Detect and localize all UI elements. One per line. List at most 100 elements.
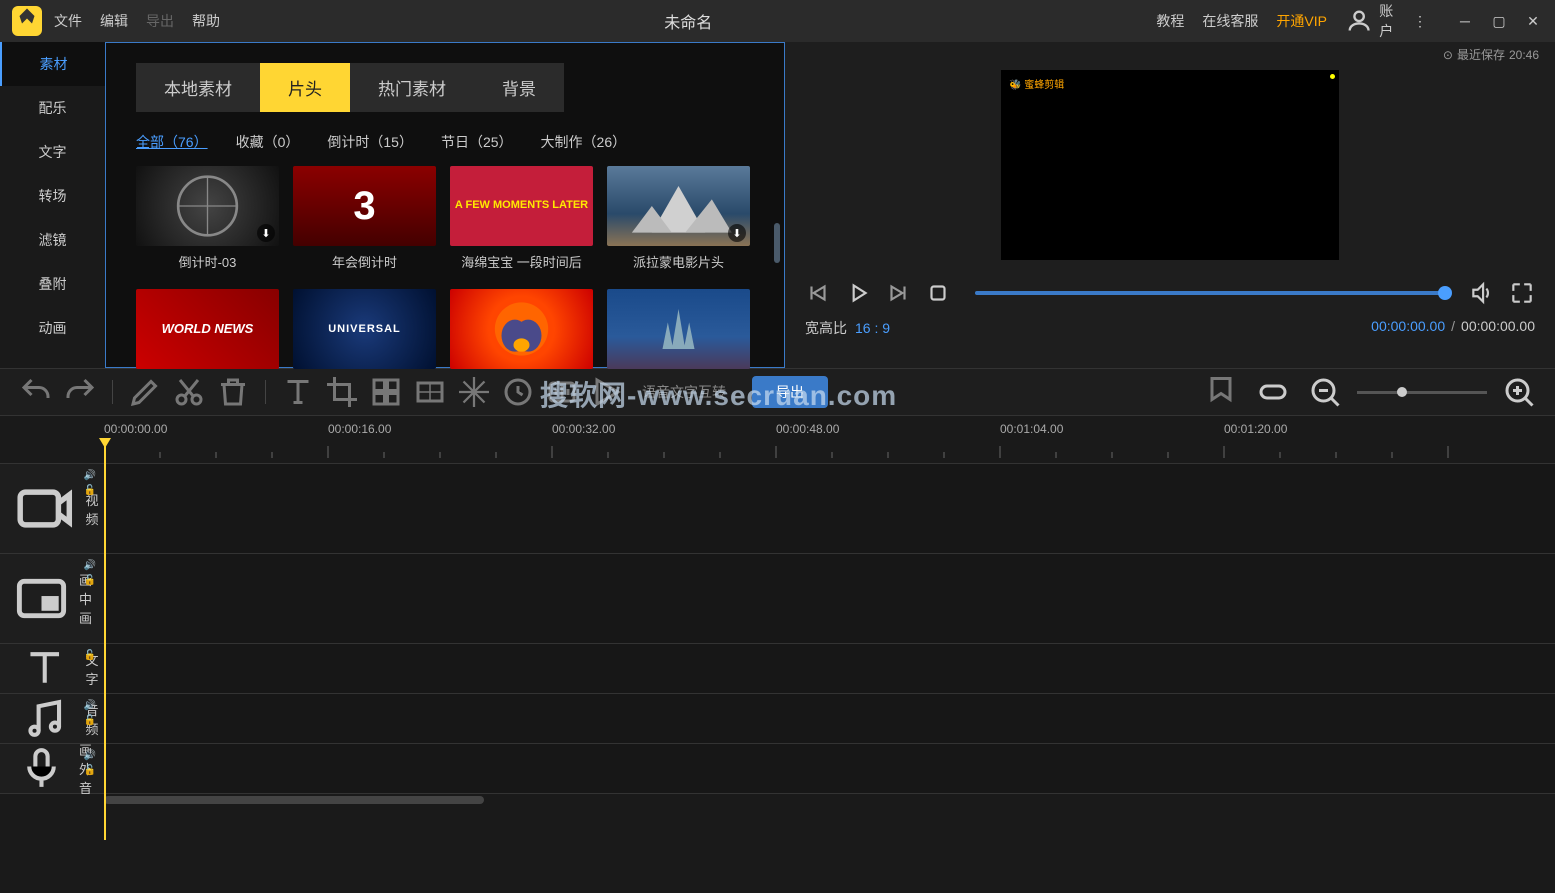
mute-icon[interactable]: 🔊 (84, 470, 96, 481)
tab-intro[interactable]: 片头 (260, 63, 350, 112)
zoom-tool-icon[interactable] (410, 374, 450, 410)
mute-icon[interactable]: 🔊 (84, 700, 96, 711)
lock-icon[interactable]: 🔓 (84, 765, 96, 776)
thumb-label: 海绵宝宝 一段时间后 (450, 252, 593, 271)
subtab-festival[interactable]: 节日（25） (441, 132, 513, 152)
track-voiceover[interactable]: 画外音🔊🔓 (0, 744, 1555, 794)
sidebar-item-transition[interactable]: 转场 (0, 174, 105, 218)
minimize-icon[interactable]: ─ (1455, 11, 1475, 31)
prev-frame-icon[interactable] (805, 280, 831, 306)
redo-icon[interactable] (60, 374, 100, 410)
sidebar: 素材 配乐 文字 转场 滤镜 叠附 动画 (0, 42, 105, 368)
edit-icon[interactable] (125, 374, 165, 410)
thumb-item[interactable]: ⬇ 派拉蒙电影片头 (607, 166, 750, 275)
freeze-icon[interactable] (454, 374, 494, 410)
undo-icon[interactable] (16, 374, 56, 410)
ruler-mark: 00:00:16.00 (328, 422, 391, 436)
sidebar-item-filter[interactable]: 滤镜 (0, 218, 105, 262)
playhead[interactable] (104, 440, 106, 840)
download-icon[interactable]: ⬇ (257, 224, 275, 242)
lock-icon[interactable]: 🔓 (84, 575, 96, 586)
sidebar-item-text[interactable]: 文字 (0, 130, 105, 174)
zoom-in-icon[interactable] (1499, 374, 1539, 410)
play-icon[interactable] (845, 280, 871, 306)
mute-icon[interactable]: 🔊 (84, 560, 96, 571)
ruler-mark: 00:01:20.00 (1224, 422, 1287, 436)
fit-icon[interactable] (1253, 374, 1293, 410)
track-text[interactable]: 文字🔓 (0, 644, 1555, 694)
scrollbar[interactable] (774, 223, 780, 263)
thumb-item[interactable] (607, 289, 750, 373)
thumb-label: 派拉蒙电影片头 (607, 252, 750, 271)
sidebar-item-material[interactable]: 素材 (0, 42, 105, 86)
subtab-all[interactable]: 全部（76） (136, 132, 208, 152)
app-logo (12, 6, 42, 36)
crop-icon[interactable] (322, 374, 362, 410)
sidebar-item-animation[interactable]: 动画 (0, 306, 105, 350)
account-label: 账户 (1379, 1, 1395, 41)
tab-background[interactable]: 背景 (474, 63, 564, 112)
horizontal-scrollbar[interactable] (0, 794, 1555, 806)
zoom-handle[interactable] (1397, 387, 1407, 397)
account-menu[interactable]: 账户 (1345, 1, 1395, 41)
more-icon[interactable]: ⋮ (1413, 13, 1427, 30)
menu-file[interactable]: 文件 (54, 11, 82, 31)
time-total: 00:00:00.00 (1461, 318, 1535, 334)
subtab-bigprod[interactable]: 大制作（26） (541, 132, 627, 152)
speed-icon[interactable] (498, 374, 538, 410)
record-icon[interactable] (586, 374, 626, 410)
preview-panel: ⊙最近保存 20:46 🐝 蜜蜂剪辑 宽高比16 : 9 00:00:00.00… (785, 42, 1555, 368)
close-icon[interactable]: ✕ (1523, 11, 1543, 31)
subtab-fav[interactable]: 收藏（0） (236, 132, 300, 152)
thumb-item[interactable]: 3 年会倒计时 (293, 166, 436, 275)
aspect-value[interactable]: 16 : 9 (855, 320, 890, 336)
link-vip[interactable]: 开通VIP (1276, 11, 1327, 31)
next-frame-icon[interactable] (885, 280, 911, 306)
lock-icon[interactable]: 🔓 (84, 715, 96, 726)
lock-icon[interactable]: 🔓 (84, 650, 96, 661)
progress-bar[interactable] (975, 291, 1445, 295)
fullscreen-icon[interactable] (1509, 280, 1535, 306)
menu-help[interactable]: 帮助 (192, 11, 220, 31)
track-video[interactable]: 视频🔊🔓 (0, 464, 1555, 554)
audio-tool-icon[interactable] (542, 374, 582, 410)
timeline-ruler[interactable]: 00:00:00.00 00:00:16.00 00:00:32.00 00:0… (0, 416, 1555, 464)
link-service[interactable]: 在线客服 (1202, 11, 1258, 31)
thumb-item[interactable]: WORLD NEWS (136, 289, 279, 373)
media-panel: 本地素材 片头 热门素材 背景 全部（76） 收藏（0） 倒计时（15） 节日（… (105, 42, 785, 368)
thumb-item[interactable]: A FEW MOMENTS LATER 海绵宝宝 一段时间后 (450, 166, 593, 275)
last-save-label: ⊙最近保存 20:46 (1443, 46, 1539, 63)
link-tutorial[interactable]: 教程 (1156, 11, 1184, 31)
zoom-out-icon[interactable] (1305, 374, 1345, 410)
track-audio[interactable]: 音频🔊🔓 (0, 694, 1555, 744)
lock-icon[interactable]: 🔓 (84, 485, 96, 496)
export-button[interactable]: 导出 (752, 376, 828, 408)
tab-local[interactable]: 本地素材 (136, 63, 260, 112)
timeline: 00:00:00.00 00:00:16.00 00:00:32.00 00:0… (0, 416, 1555, 806)
sidebar-item-music[interactable]: 配乐 (0, 86, 105, 130)
zoom-slider[interactable] (1357, 391, 1487, 394)
thumb-item[interactable]: UNIVERSAL (293, 289, 436, 373)
track-pip[interactable]: 画中画🔊🔓 (0, 554, 1555, 644)
voice-text-label[interactable]: 语音文字互转 (642, 382, 726, 402)
stop-icon[interactable] (925, 280, 951, 306)
progress-handle[interactable] (1438, 286, 1452, 300)
download-icon[interactable]: ⬇ (728, 224, 746, 242)
maximize-icon[interactable]: ▢ (1489, 11, 1509, 31)
subtab-countdown[interactable]: 倒计时（15） (327, 132, 413, 152)
thumb-item[interactable] (450, 289, 593, 373)
thumb-item[interactable]: ⬇ 倒计时-03 (136, 166, 279, 275)
mosaic-icon[interactable] (366, 374, 406, 410)
aspect-label: 宽高比 (805, 320, 847, 336)
mute-icon[interactable]: 🔊 (84, 750, 96, 761)
ruler-mark: 00:01:04.00 (1000, 422, 1063, 436)
tab-hot[interactable]: 热门素材 (350, 63, 474, 112)
text-tool-icon[interactable] (278, 374, 318, 410)
menu-edit[interactable]: 编辑 (100, 11, 128, 31)
menu-export[interactable]: 导出 (146, 11, 174, 31)
marker-icon[interactable] (1201, 374, 1241, 410)
sidebar-item-overlay[interactable]: 叠附 (0, 262, 105, 306)
delete-icon[interactable] (213, 374, 253, 410)
cut-icon[interactable] (169, 374, 209, 410)
volume-icon[interactable] (1469, 280, 1495, 306)
